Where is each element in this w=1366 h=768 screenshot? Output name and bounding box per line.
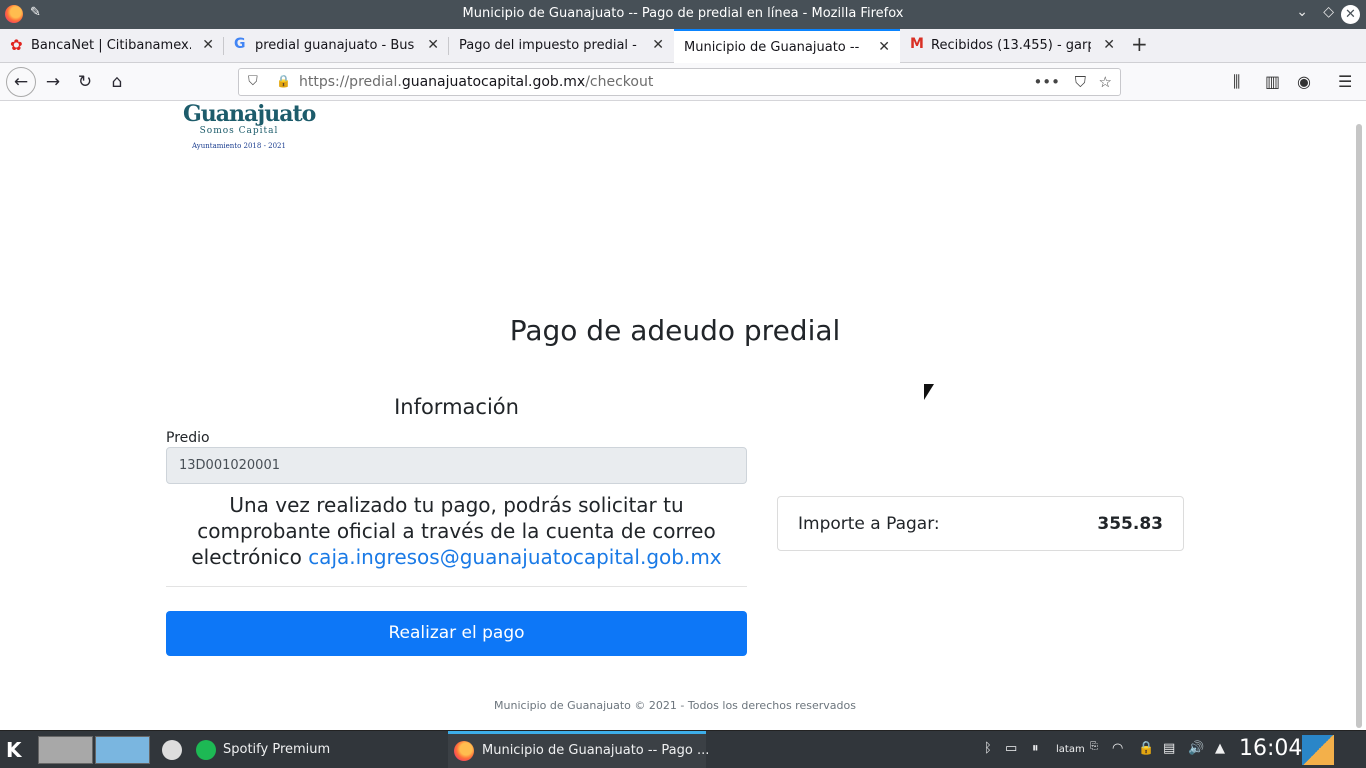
desktop-pager-1[interactable]	[38, 736, 93, 764]
clipboard-icon[interactable]: ⎘	[1090, 741, 1098, 752]
tab-gmail[interactable]: M Recibidos (13.455) - garpil ✕	[900, 29, 1125, 63]
footer-text: Municipio de Guanajuato © 2021 - Todos l…	[494, 699, 856, 712]
desktop-pager-2[interactable]	[95, 736, 150, 764]
url-text[interactable]: https://predial.guanajuatocapital.gob.mx…	[299, 74, 653, 90]
citibanamex-icon: ✿	[10, 36, 23, 54]
maximize-icon[interactable]: ◇	[1323, 4, 1334, 20]
payment-note: Una vez realizado tu pago, podrás solici…	[166, 492, 747, 570]
library-icon[interactable]: ⫼	[1233, 72, 1240, 92]
close-tab-icon[interactable]: ✕	[878, 39, 890, 55]
taskbar-app-firefox[interactable]: Municipio de Guanajuato -- Pago ...	[448, 731, 710, 768]
account-icon[interactable]: ◉	[1297, 72, 1311, 91]
spotify-icon	[196, 740, 216, 760]
page-scrollbar[interactable]	[1356, 124, 1362, 728]
amount-summary: Importe a Pagar: 355.83	[777, 496, 1184, 551]
predio-label: Predio	[166, 430, 210, 446]
email-link[interactable]: caja.ingresos@guanajuatocapital.gob.mx	[308, 545, 721, 569]
tab-bancanet[interactable]: ✿ BancaNet | Citibanamex.c ✕	[0, 29, 224, 63]
taskbar-app-label: Municipio de Guanajuato -- Pago ...	[482, 743, 710, 758]
bluetooth-icon[interactable]: ᛒ	[984, 741, 992, 756]
firefox-icon	[454, 741, 474, 761]
pay-button[interactable]: Realizar el pago	[166, 611, 747, 656]
minimize-icon[interactable]: ⌄	[1296, 4, 1308, 20]
lock-screen-icon[interactable]: 🔒	[1138, 741, 1154, 756]
taskbar-app-label: Spotify Premium	[223, 742, 331, 757]
close-tab-icon[interactable]: ✕	[427, 37, 439, 53]
close-tab-icon[interactable]: ✕	[202, 37, 214, 53]
volume-icon[interactable]: 🔊	[1188, 741, 1204, 756]
logo-tagline: Somos Capital	[199, 126, 279, 136]
close-tab-icon[interactable]: ✕	[652, 37, 664, 53]
tracking-shield-icon[interactable]: ⛉	[248, 74, 258, 89]
predio-field[interactable]	[166, 447, 747, 484]
window-titlebar: ✎ Municipio de Guanajuato -- Pago de pre…	[0, 0, 1366, 29]
tab-label: Municipio de Guanajuato -- Pa	[684, 40, 864, 55]
clock[interactable]: 16:04	[1239, 736, 1302, 761]
back-button[interactable]: ←	[6, 67, 36, 97]
close-tab-icon[interactable]: ✕	[1103, 37, 1115, 53]
amount-label: Importe a Pagar:	[798, 514, 940, 534]
page-content: Guanajuato Somos Capital Ayuntamiento 20…	[0, 102, 1366, 730]
tab-strip: ✿ BancaNet | Citibanamex.c ✕ G predial g…	[0, 29, 1366, 64]
taskbar-app-gimp[interactable]	[158, 731, 186, 768]
media-pause-icon[interactable]: ⏸	[1032, 741, 1039, 756]
gimp-icon	[162, 740, 182, 760]
wifi-icon[interactable]: ◠	[1112, 741, 1123, 756]
show-desktop-icon[interactable]	[1302, 735, 1334, 765]
pocket-icon[interactable]: ⛉	[1075, 73, 1086, 91]
taskbar: K Spotify Premium Municipio de Guanajuat…	[0, 730, 1366, 768]
keyboard-layout[interactable]: latam	[1056, 744, 1085, 755]
notes-icon[interactable]: ▤	[1163, 741, 1175, 756]
mouse-cursor-icon	[924, 384, 934, 400]
url-bar[interactable]: ⛉ 🔒 https://predial.guanajuatocapital.go…	[238, 68, 1121, 96]
tab-label: predial guanajuato - Busca	[255, 38, 415, 53]
tab-pago-impuesto[interactable]: Pago del impuesto predial - G ✕	[449, 29, 674, 63]
sidebar-icon[interactable]: ▥	[1265, 72, 1280, 91]
gmail-icon: M	[910, 36, 924, 52]
navigation-toolbar: ← → ↻ ⌂ ⛉ 🔒 https://predial.guanajuatoca…	[0, 63, 1366, 101]
tab-label: BancaNet | Citibanamex.c	[31, 38, 191, 53]
new-tab-button[interactable]: +	[1131, 32, 1148, 56]
window-title: Municipio de Guanajuato -- Pago de predi…	[462, 6, 904, 21]
tab-label: Recibidos (13.455) - garpil	[931, 38, 1091, 53]
tab-municipio-guanajuato[interactable]: Municipio de Guanajuato -- Pa ✕	[674, 29, 900, 64]
logo-term: Ayuntamiento 2018 - 2021	[192, 142, 286, 150]
lock-icon[interactable]: 🔒	[276, 74, 291, 88]
home-button[interactable]: ⌂	[103, 69, 131, 95]
google-icon: G	[234, 36, 246, 52]
reload-button[interactable]: ↻	[71, 69, 99, 95]
divider	[166, 586, 747, 587]
amount-value: 355.83	[1097, 514, 1163, 534]
page-title: Pago de adeudo predial	[509, 314, 841, 347]
tab-google-search[interactable]: G predial guanajuato - Busca ✕	[224, 29, 449, 63]
taskbar-app-spotify[interactable]: Spotify Premium	[190, 731, 440, 768]
guanajuato-logo[interactable]: Guanajuato Somos Capital Ayuntamiento 20…	[183, 102, 316, 154]
application-launcher-icon[interactable]: K	[6, 738, 22, 762]
info-section-title: Información	[394, 395, 519, 419]
page-actions-icon[interactable]: •••	[1033, 73, 1060, 91]
menu-icon[interactable]: ☰	[1338, 72, 1352, 91]
battery-icon[interactable]: ▭	[1005, 741, 1017, 756]
bookmark-star-icon[interactable]: ☆	[1099, 73, 1112, 91]
tab-label: Pago del impuesto predial - G	[459, 38, 639, 53]
tray-expand-icon[interactable]: ▲	[1215, 741, 1225, 756]
close-window-button[interactable]: ✕	[1341, 5, 1360, 24]
logo-name: Guanajuato	[183, 102, 316, 127]
forward-button[interactable]: →	[39, 69, 67, 95]
